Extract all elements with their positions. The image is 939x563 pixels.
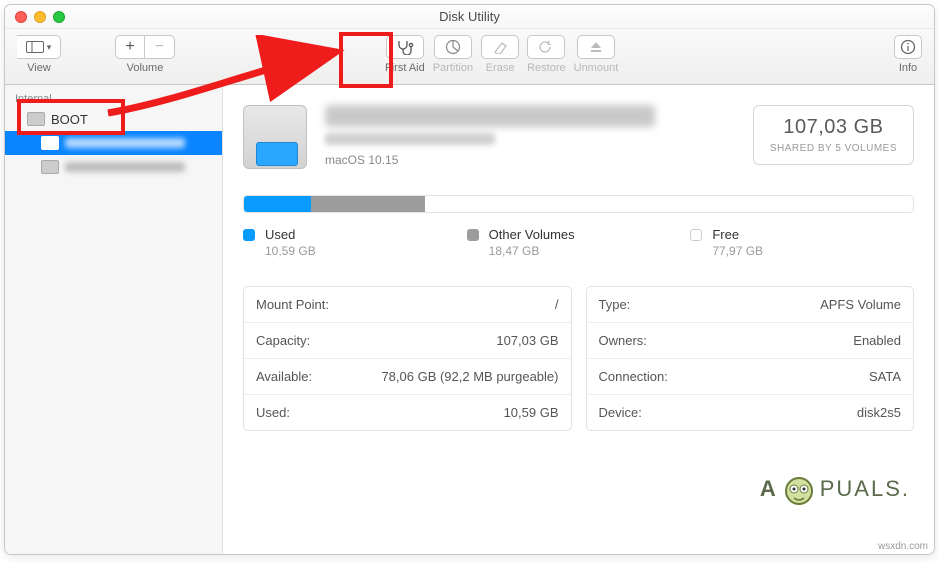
- remove-volume-button[interactable]: −: [145, 35, 175, 59]
- eject-icon: [589, 40, 603, 54]
- pie-icon: [445, 39, 461, 55]
- detail-row: Available:78,06 GB (92,2 MB purgeable): [244, 359, 571, 395]
- legend-other-value: 18,47 GB: [489, 244, 575, 258]
- volume-header: macOS 10.15 107,03 GB SHARED BY 5 VOLUME…: [243, 105, 914, 169]
- legend-free-label: Free: [712, 227, 763, 242]
- main-panel: macOS 10.15 107,03 GB SHARED BY 5 VOLUME…: [223, 85, 934, 554]
- legend-other: Other Volumes 18,47 GB: [467, 227, 691, 258]
- toolbar: ▾ View + − Volume First Aid: [5, 29, 934, 85]
- view-caption: View: [27, 62, 51, 74]
- info-button[interactable]: [894, 35, 922, 59]
- traffic-lights: [5, 11, 65, 23]
- unmount-label: Unmount: [574, 62, 619, 74]
- sidebar-item-boot[interactable]: BOOT: [5, 107, 222, 131]
- restore-icon: [538, 40, 554, 54]
- sidebar-item-label-blurred: [65, 138, 185, 148]
- source-note: wsxdn.com: [878, 541, 928, 552]
- volume-group: + − Volume: [115, 35, 175, 74]
- detail-row: Type:APFS Volume: [587, 287, 914, 323]
- partition-button[interactable]: [434, 35, 472, 59]
- detail-row: Device:disk2s5: [587, 395, 914, 430]
- sidebar-layout-icon: [26, 41, 44, 53]
- sidebar-item-label: BOOT: [51, 112, 88, 127]
- disk-icon: [27, 112, 45, 126]
- detail-row: Used:10,59 GB: [244, 395, 571, 430]
- window-body: Internal BOOT macOS 10.15: [5, 85, 934, 554]
- detail-row: Owners:Enabled: [587, 323, 914, 359]
- legend-used-label: Used: [265, 227, 316, 242]
- first-aid-label: First Aid: [385, 62, 425, 74]
- legend-used-value: 10,59 GB: [265, 244, 316, 258]
- detail-row: Capacity:107,03 GB: [244, 323, 571, 359]
- volume-size-box: 107,03 GB SHARED BY 5 VOLUMES: [753, 105, 914, 165]
- minimize-window-button[interactable]: [34, 11, 46, 23]
- volume-os-line: macOS 10.15: [325, 153, 735, 167]
- volume-icon: [41, 160, 59, 174]
- add-volume-button[interactable]: +: [115, 35, 145, 59]
- detail-row: Mount Point:/: [244, 287, 571, 323]
- sidebar-item-label-blurred: [65, 162, 185, 172]
- legend-other-label: Other Volumes: [489, 227, 575, 242]
- sidebar-item-volume-selected[interactable]: [5, 131, 222, 155]
- volume-icon: [41, 136, 59, 150]
- sidebar: Internal BOOT: [5, 85, 223, 554]
- zoom-window-button[interactable]: [53, 11, 65, 23]
- info-caption: Info: [899, 62, 917, 74]
- swatch-other-icon: [467, 229, 479, 241]
- usage-segment-used: [244, 196, 311, 212]
- legend-free-value: 77,97 GB: [712, 244, 763, 258]
- view-button[interactable]: ▾: [17, 35, 61, 59]
- sidebar-item-volume[interactable]: [5, 155, 222, 179]
- volume-caption: Volume: [127, 62, 164, 74]
- info-icon: [900, 39, 916, 55]
- unmount-button[interactable]: [577, 35, 615, 59]
- legend-used: Used 10,59 GB: [243, 227, 467, 258]
- restore-button[interactable]: [527, 35, 565, 59]
- swatch-free-icon: [690, 229, 702, 241]
- usage-segment-other: [311, 196, 425, 212]
- usage-legend: Used 10,59 GB Other Volumes 18,47 GB Fre…: [243, 227, 914, 258]
- usage-segment-free: [425, 196, 913, 212]
- erase-button[interactable]: [481, 35, 519, 59]
- info-group: Info: [894, 35, 922, 74]
- sidebar-heading-internal: Internal: [5, 89, 222, 107]
- view-group: ▾ View: [17, 35, 61, 74]
- first-aid-button[interactable]: [386, 35, 424, 59]
- erase-label: Erase: [486, 62, 515, 74]
- partition-label: Partition: [433, 62, 473, 74]
- stethoscope-icon: [396, 39, 414, 55]
- close-window-button[interactable]: [15, 11, 27, 23]
- volume-total-caption: SHARED BY 5 VOLUMES: [770, 143, 897, 154]
- titlebar: Disk Utility: [5, 5, 934, 29]
- volume-header-text: macOS 10.15: [325, 105, 735, 167]
- details-grid: Mount Point:/ Capacity:107,03 GB Availab…: [243, 286, 914, 431]
- volume-artwork-icon: [243, 105, 307, 169]
- app-window: Disk Utility ▾ View + − Volume: [4, 4, 935, 555]
- volume-subtitle-blurred: [325, 133, 495, 145]
- eraser-icon: [492, 40, 508, 54]
- details-right: Type:APFS Volume Owners:Enabled Connecti…: [586, 286, 915, 431]
- volume-total-size: 107,03 GB: [770, 116, 897, 139]
- volume-title-blurred: [325, 105, 655, 127]
- restore-label: Restore: [527, 62, 566, 74]
- detail-row: Connection:SATA: [587, 359, 914, 395]
- center-tools: First Aid Partition Erase Restore: [385, 35, 618, 74]
- swatch-used-icon: [243, 229, 255, 241]
- usage-bar: [243, 195, 914, 213]
- legend-free: Free 77,97 GB: [690, 227, 914, 258]
- details-left: Mount Point:/ Capacity:107,03 GB Availab…: [243, 286, 572, 431]
- window-title: Disk Utility: [5, 9, 934, 24]
- chevron-down-icon: ▾: [47, 42, 52, 53]
